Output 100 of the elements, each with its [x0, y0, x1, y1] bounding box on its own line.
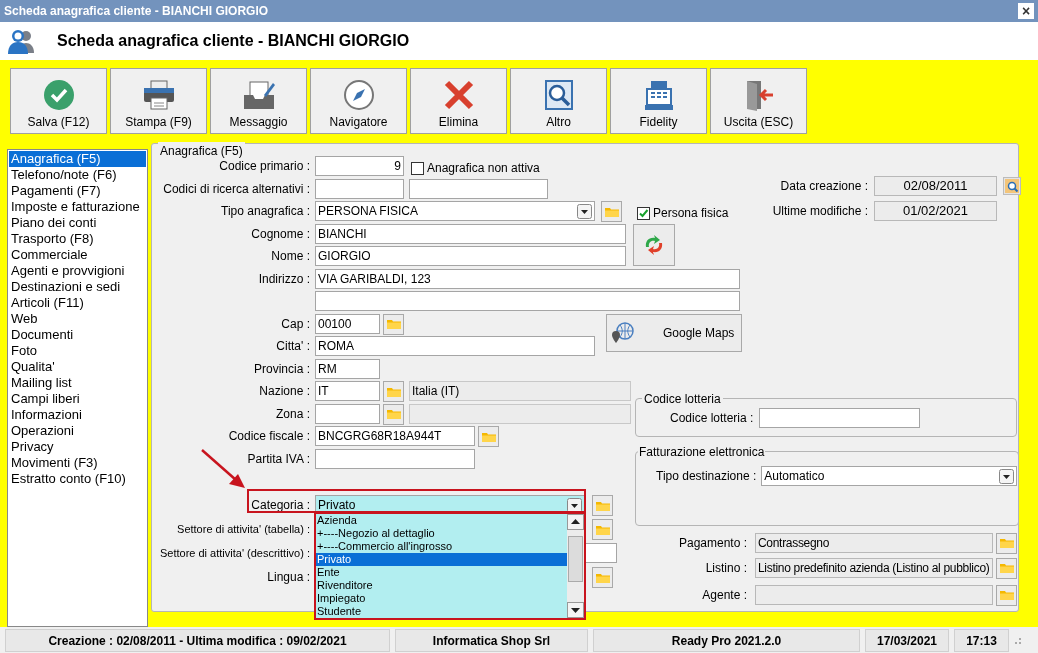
input-field[interactable]	[315, 178, 404, 199]
google-maps-button[interactable]: Google Maps	[606, 313, 742, 352]
users-icon	[7, 27, 35, 55]
scrollbar[interactable]	[567, 514, 584, 618]
input-field[interactable]: VIA GARIBALDI, 123	[315, 268, 740, 289]
field-label: Settore di attivita' (tabella) :	[177, 522, 310, 537]
toolbar-button[interactable]: Messaggio	[210, 68, 307, 134]
checkbox-label: Persona fisica	[653, 205, 729, 222]
status-bar-cell: Ready Pro 2021.2.0	[593, 629, 860, 652]
field-label: Codici di ricerca alternativi :	[163, 180, 310, 198]
sidebar-item[interactable]: Foto	[9, 343, 146, 359]
window-title: Scheda anagrafica cliente - BIANCHI GIORGIO	[4, 3, 269, 20]
field-label: Zona :	[275, 405, 310, 423]
sidebar-item[interactable]: Destinazioni e sedi	[9, 279, 146, 295]
input-field[interactable]	[315, 291, 740, 311]
sidebar-item[interactable]: Articoli (F11)	[9, 295, 146, 311]
input-field[interactable]	[315, 448, 475, 469]
browse-button[interactable]	[383, 381, 404, 402]
sidebar-item[interactable]: Piano dei conti	[9, 215, 146, 231]
field-label: Cap :	[281, 315, 310, 333]
input-field[interactable]: BIANCHI	[315, 223, 626, 244]
field-label: Pagamento :	[678, 535, 747, 552]
sidebar-item[interactable]: Imposte e fatturazione	[9, 199, 146, 215]
dropdown-option[interactable]: Rivenditore	[316, 579, 567, 592]
sidebar-item[interactable]: Campi liberi	[9, 391, 146, 407]
toolbar-button[interactable]: Fidelity	[610, 68, 707, 134]
browse-button[interactable]	[996, 557, 1017, 579]
readonly-field[interactable]: Contrassegno	[755, 533, 993, 553]
checkbox[interactable]	[637, 206, 650, 220]
sidebar-item[interactable]: Agenti e provvigioni	[9, 263, 146, 279]
search-button[interactable]	[1003, 177, 1021, 195]
field-label: Codice lotteria :	[670, 409, 754, 427]
field-label: Categoria :	[251, 497, 310, 514]
input-field[interactable]: IT	[315, 381, 380, 401]
browse-button[interactable]	[478, 426, 499, 447]
input-field[interactable]: 00100	[315, 313, 380, 334]
field-label: Indirizzo :	[258, 270, 310, 288]
dropdown-option[interactable]: Impiegato	[316, 592, 567, 605]
dropdown-option[interactable]: +----Negozio al dettaglio	[316, 527, 567, 540]
browse-button[interactable]	[592, 567, 613, 588]
toolbar-button[interactable]: Uscita (ESC)	[710, 68, 807, 134]
browse-button[interactable]	[592, 495, 613, 516]
input-field[interactable]: 9	[315, 156, 404, 176]
sidebar-item[interactable]: Commerciale	[9, 247, 146, 263]
toolbar-button[interactable]: Navigatore	[310, 68, 407, 134]
toolbar-button[interactable]: Stampa (F9)	[110, 68, 207, 134]
pointer-arrow	[200, 448, 247, 490]
sidebar-item[interactable]: Telefono/note (F6)	[9, 167, 146, 183]
readonly-field[interactable]: Italia (IT)	[409, 381, 631, 401]
input-field[interactable]: GIORGIO	[315, 246, 626, 266]
sidebar-item[interactable]: Pagamenti (F7)	[9, 183, 146, 199]
sidebar-item[interactable]: Estratto conto (F10)	[9, 471, 146, 487]
browse-button[interactable]	[383, 313, 404, 335]
input-field[interactable]	[759, 407, 921, 428]
input-field[interactable]: BNCGRG68R18A944T	[315, 426, 475, 446]
readonly-field[interactable]	[409, 403, 631, 424]
toolbar-button[interactable]: Altro	[510, 68, 607, 134]
sidebar-item[interactable]: Trasporto (F8)	[9, 231, 146, 247]
folder-icon	[385, 408, 402, 420]
scroll-thumb[interactable]	[568, 536, 583, 582]
dropdown-option[interactable]: +----Commercio all'ingrosso	[316, 540, 567, 553]
sidebar-item[interactable]: Operazioni	[9, 423, 146, 439]
browse-button[interactable]	[996, 532, 1017, 554]
sidebar-item[interactable]: Movimenti (F3)	[9, 455, 146, 471]
sidebar-item[interactable]: Documenti	[9, 327, 146, 343]
dropdown-option[interactable]: Studente	[316, 605, 567, 618]
sidebar-item[interactable]: Mailing list	[9, 375, 146, 391]
dropdown-option[interactable]: Azienda	[316, 514, 567, 527]
sidebar-item[interactable]: Anagrafica (F5)	[9, 151, 146, 167]
input-field[interactable]	[409, 178, 548, 199]
refresh-button[interactable]	[633, 223, 675, 266]
sidebar-item[interactable]: Web	[9, 311, 146, 327]
toolbar-button[interactable]: Elimina	[410, 68, 507, 134]
browse-button[interactable]	[996, 584, 1017, 606]
readonly-field[interactable]: 01/02/2021	[874, 201, 997, 221]
browse-button[interactable]	[601, 201, 622, 222]
sidebar-item[interactable]: Privacy	[9, 439, 146, 455]
delete-icon	[442, 79, 475, 111]
resize-grip-icon	[1014, 636, 1022, 645]
close-button[interactable]: ×	[1018, 3, 1034, 19]
folder-icon	[594, 571, 611, 584]
sidebar-item[interactable]: Informazioni	[9, 407, 146, 423]
checkbox[interactable]	[411, 161, 424, 175]
readonly-field[interactable]: Listino predefinito azienda (Listino al pubblico)	[755, 558, 993, 578]
toolbar-button[interactable]: Salva (F12)	[10, 68, 107, 134]
input-field[interactable]: ROMA	[315, 336, 595, 356]
input-field[interactable]: RM	[315, 358, 380, 379]
field-label: Data creazione :	[780, 178, 868, 195]
dropdown-option[interactable]: Ente	[316, 566, 567, 579]
dropdown-option[interactable]: Privato	[316, 553, 567, 566]
input-field[interactable]	[315, 403, 380, 424]
browse-button[interactable]	[383, 403, 404, 425]
dropdown[interactable]: PERSONA FISICA	[315, 201, 595, 221]
browse-button[interactable]	[592, 519, 613, 540]
folder-icon	[603, 205, 620, 218]
readonly-field[interactable]: 02/08/2011	[874, 176, 997, 196]
readonly-field[interactable]	[755, 585, 993, 605]
sidebar-item[interactable]: Qualita'	[9, 359, 146, 375]
dropdown[interactable]: Automatico	[761, 466, 1018, 486]
field-label: Tipo anagrafica :	[221, 203, 310, 220]
